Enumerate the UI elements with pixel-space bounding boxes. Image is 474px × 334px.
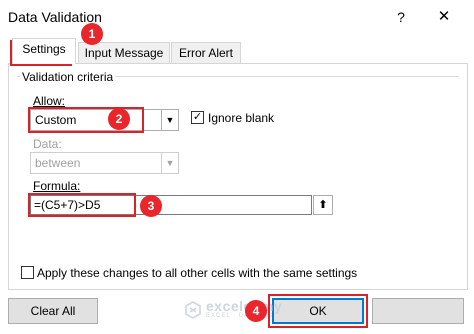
- ignore-blank-checkbox[interactable]: ✓: [191, 111, 204, 124]
- data-label: Data:: [33, 137, 62, 151]
- allow-label: Allow:: [33, 94, 66, 108]
- apply-all-label: Apply these changes to all other cells w…: [37, 266, 358, 280]
- validation-criteria-label: Validation criteria: [20, 70, 116, 84]
- title-bar: Data Validation ? ✕: [0, 0, 474, 32]
- step-badge-3: 3: [140, 195, 162, 217]
- chevron-down-icon: ▼: [161, 153, 178, 173]
- tab-strip: Settings Input Message Error Alert: [8, 38, 468, 64]
- range-select-icon: ⬆: [318, 199, 328, 211]
- settings-panel: [8, 63, 468, 290]
- collapse-dialog-button[interactable]: ⬆: [313, 195, 333, 215]
- chevron-down-icon: ▼: [161, 110, 178, 130]
- checkmark-icon: ✓: [192, 111, 203, 123]
- clear-all-button[interactable]: Clear All: [8, 298, 98, 324]
- step-badge-1: 1: [81, 23, 103, 45]
- step-badge-4: 4: [245, 300, 267, 322]
- tab-input-message[interactable]: Input Message: [78, 42, 170, 64]
- help-button[interactable]: ?: [389, 6, 413, 28]
- cancel-button[interactable]: [372, 298, 464, 324]
- tab-error-alert[interactable]: Error Alert: [171, 42, 241, 64]
- tab-settings[interactable]: Settings: [12, 38, 76, 64]
- step-badge-2: 2: [108, 108, 130, 130]
- highlight-formula-input: [28, 193, 136, 217]
- apply-all-checkbox[interactable]: [21, 266, 34, 279]
- formula-label: Formula:: [33, 179, 81, 193]
- ignore-blank-label: Ignore blank: [208, 111, 275, 125]
- watermark-icon: [185, 301, 201, 319]
- close-button[interactable]: ✕: [432, 6, 456, 28]
- data-select: between ▼: [30, 152, 179, 174]
- highlight-ok-button: [268, 294, 368, 328]
- data-select-value: between: [35, 156, 81, 170]
